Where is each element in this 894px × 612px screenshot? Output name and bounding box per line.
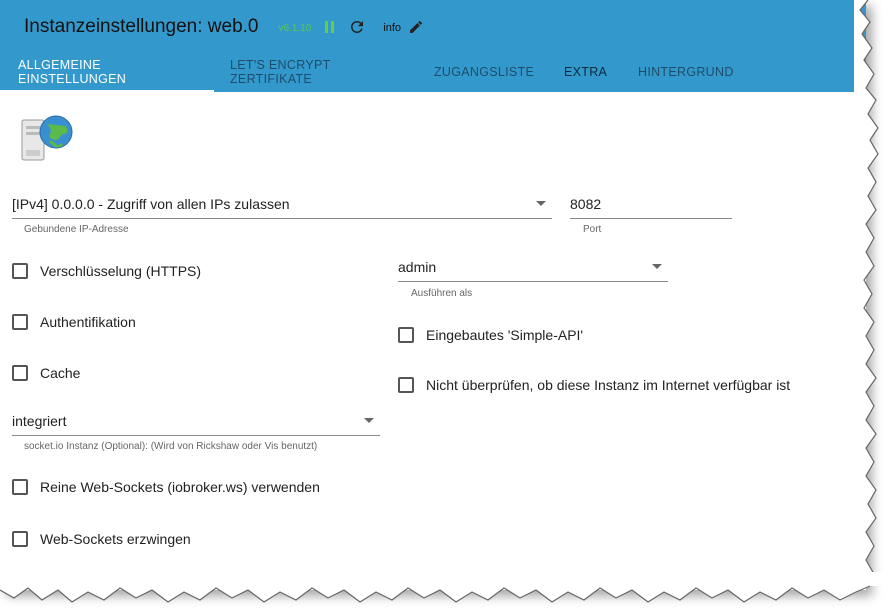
reload-icon[interactable] xyxy=(348,18,366,36)
force-ws-label: Web-Sockets erzwingen xyxy=(40,531,191,547)
version-label: v6.1.10 xyxy=(278,23,312,34)
checkbox-box[interactable] xyxy=(12,263,28,279)
torn-edge-bottom xyxy=(0,572,894,603)
tab-access-list[interactable]: ZUGANGSLISTE xyxy=(418,52,548,92)
tab-bar: ALLGEMEINE EINSTELLUNGEN LET'S ENCRYPT Z… xyxy=(0,52,754,92)
edit-icon[interactable] xyxy=(408,19,424,35)
tab-letsencrypt[interactable]: LET'S ENCRYPT ZERTIFIKATE xyxy=(214,52,418,92)
port-value: 8082 xyxy=(570,195,602,212)
run-as-value: admin xyxy=(398,258,437,275)
page-title: Instanzeinstellungen: web.0 xyxy=(24,16,259,37)
run-as-helper: Ausführen als xyxy=(411,288,473,299)
checkbox-box[interactable] xyxy=(398,377,414,393)
bind-ip-select[interactable]: [IPv4] 0.0.0.0 - Zugriff von allen IPs z… xyxy=(12,189,552,219)
no-check-label: Nicht überprüfen, ob diese Instanz im In… xyxy=(426,377,791,393)
torn-edge-right xyxy=(854,0,879,590)
socketio-value: integriert xyxy=(12,412,67,429)
auth-label: Authentifikation xyxy=(40,314,136,330)
no-check-checkbox[interactable]: Nicht überprüfen, ob diese Instanz im In… xyxy=(398,377,790,393)
simple-api-checkbox[interactable]: Eingebautes 'Simple-API' xyxy=(398,327,583,343)
bind-ip-helper: Gebundene IP-Adresse xyxy=(24,224,129,235)
https-checkbox[interactable]: Verschlüsselung (HTTPS) xyxy=(12,263,201,279)
cache-checkbox[interactable]: Cache xyxy=(12,365,80,381)
cache-label: Cache xyxy=(40,365,81,381)
pure-ws-label: Reine Web-Sockets (iobroker.ws) verwende… xyxy=(40,479,320,495)
checkbox-box[interactable] xyxy=(12,531,28,547)
title-row: Instanzeinstellungen: web.0 v6.1.10 info xyxy=(24,15,424,39)
simple-api-label: Eingebautes 'Simple-API' xyxy=(426,327,584,343)
checkbox-box[interactable] xyxy=(12,365,28,381)
force-ws-checkbox[interactable]: Web-Sockets erzwingen xyxy=(12,531,191,547)
checkbox-box[interactable] xyxy=(398,327,414,343)
port-helper: Port xyxy=(583,224,602,235)
settings-window: Instanzeinstellungen: web.0 v6.1.10 info… xyxy=(0,0,866,590)
https-label: Verschlüsselung (HTTPS) xyxy=(40,263,202,279)
info-label: info xyxy=(383,22,402,34)
tab-extra[interactable]: EXTRA xyxy=(548,52,624,92)
pure-ws-checkbox[interactable]: Reine Web-Sockets (iobroker.ws) verwende… xyxy=(12,479,320,495)
socketio-helper: socket.io Instanz (Optional): (Wird von … xyxy=(24,441,318,452)
auth-checkbox[interactable]: Authentifikation xyxy=(12,314,136,330)
tab-background[interactable]: HINTERGRUND xyxy=(624,52,754,92)
chevron-down-icon xyxy=(652,264,662,269)
header-bar: Instanzeinstellungen: web.0 v6.1.10 info… xyxy=(0,0,866,92)
checkbox-box[interactable] xyxy=(12,314,28,330)
chevron-down-icon xyxy=(364,418,374,423)
pause-icon[interactable] xyxy=(325,21,335,33)
port-field[interactable]: 8082 xyxy=(570,189,732,219)
checkbox-box[interactable] xyxy=(12,479,28,495)
run-as-select[interactable]: admin xyxy=(398,252,668,282)
web-server-logo-icon xyxy=(21,115,73,161)
bind-ip-value: [IPv4] 0.0.0.0 - Zugriff von allen IPs z… xyxy=(12,195,290,212)
tab-general[interactable]: ALLGEMEINE EINSTELLUNGEN xyxy=(0,52,214,92)
socketio-select[interactable]: integriert xyxy=(12,406,380,436)
chevron-down-icon xyxy=(536,201,546,206)
